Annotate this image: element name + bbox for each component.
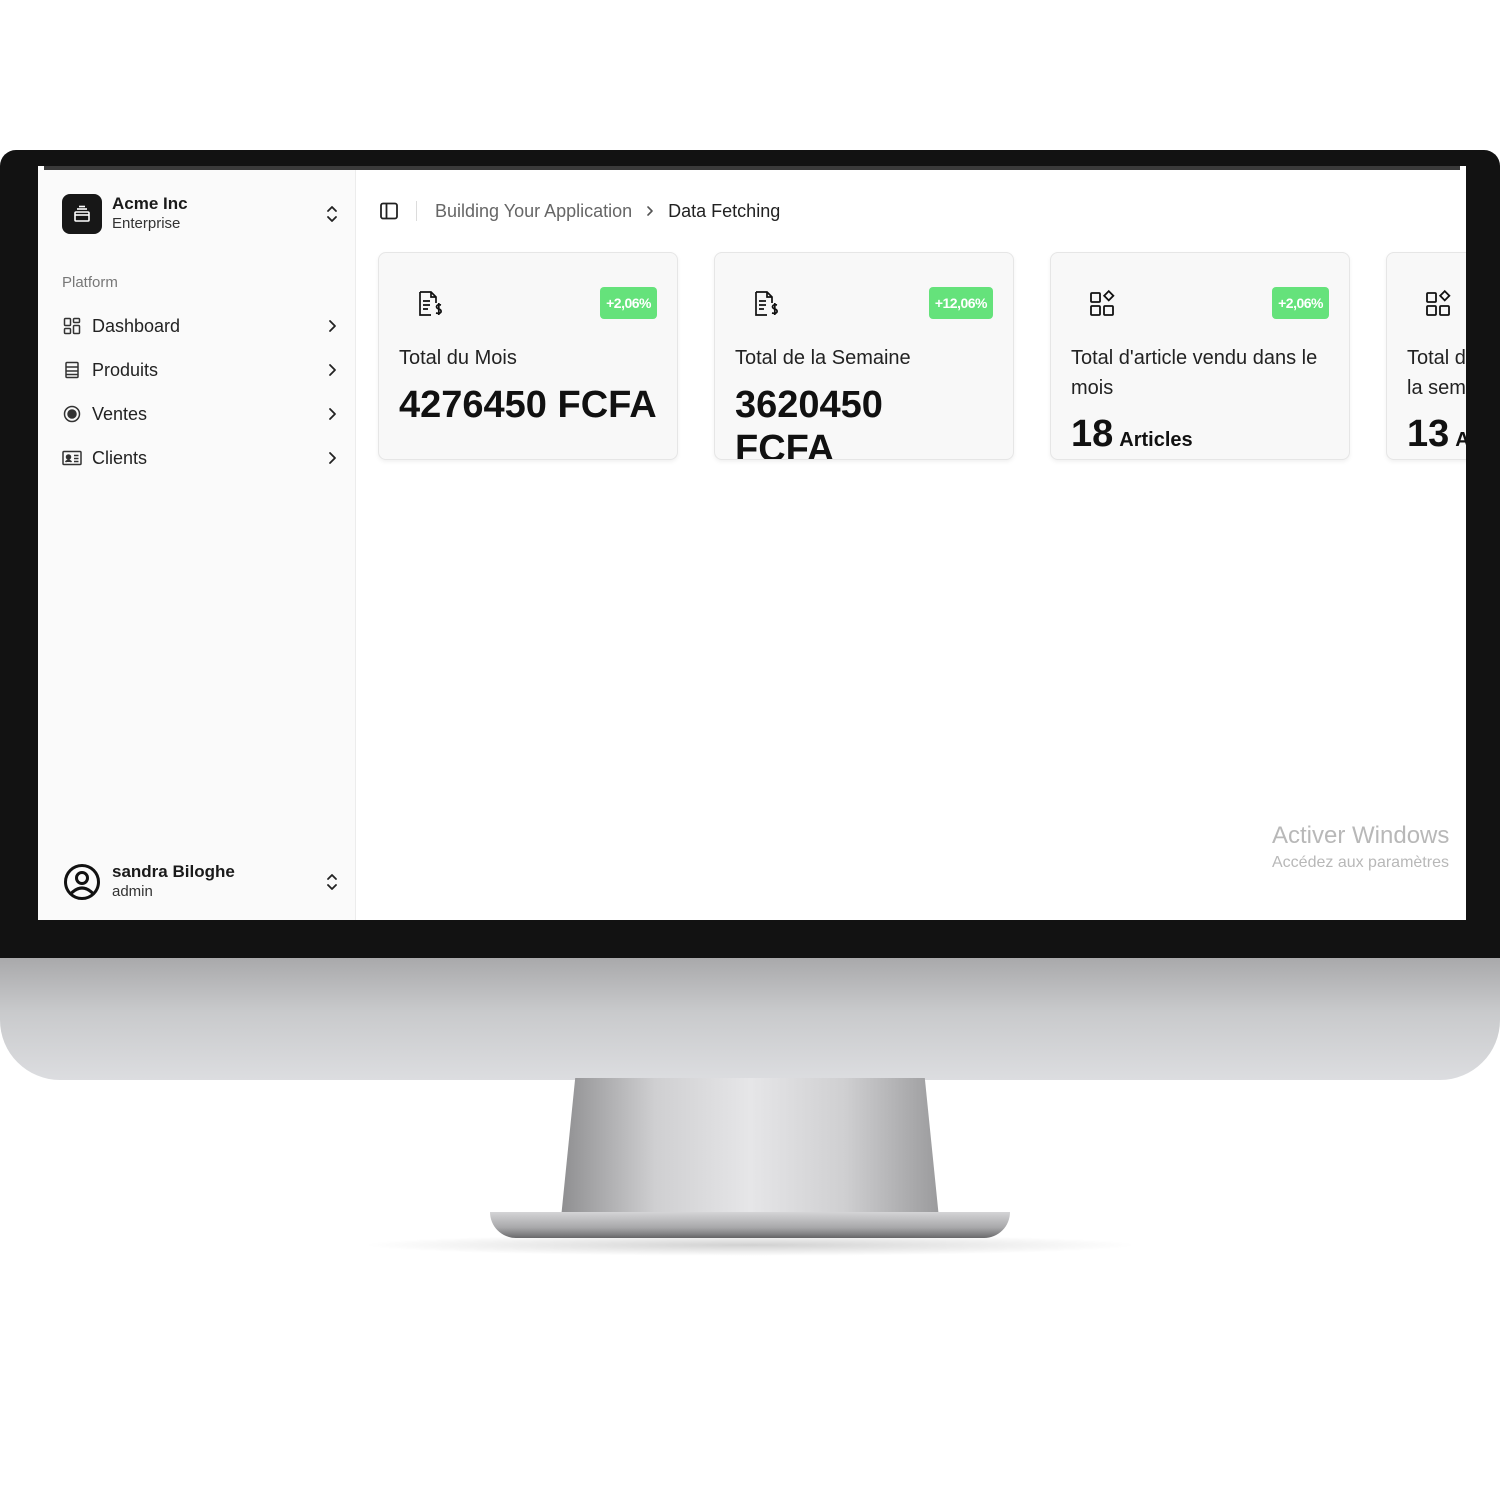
id-card-icon <box>62 448 82 468</box>
team-switcher[interactable]: Acme Inc Enterprise <box>62 192 340 236</box>
watermark-subtitle: Accédez aux paramètres <box>1272 854 1449 871</box>
chevron-right-icon <box>646 205 654 217</box>
user-avatar-icon <box>62 862 102 902</box>
invoice-icon <box>751 289 781 319</box>
card-title: Total d'article vendu dans le mois <box>1071 347 1318 399</box>
watermark-title: Activer Windows <box>1272 822 1450 849</box>
sidebar-item-label: Clients <box>92 447 148 468</box>
chevrons-up-down-icon <box>324 203 340 225</box>
user-role: admin <box>112 883 153 900</box>
growth-badge: +2,06% <box>1272 287 1329 319</box>
invoice-icon <box>415 289 445 319</box>
card-value: 18 Articles <box>1071 413 1193 456</box>
screen: Acme Inc Enterprise Platform Dashboard P… <box>38 166 1466 920</box>
page-header: Building Your Application Data Fetching <box>378 196 780 226</box>
sidebar-item-dashboard[interactable]: Dashboard <box>62 304 340 348</box>
card-number: 18 <box>1071 413 1114 455</box>
monitor-shadow <box>360 1234 1140 1256</box>
chevron-right-icon <box>324 406 340 422</box>
sidebar-item-label: Produits <box>92 359 159 380</box>
chevron-right-icon <box>324 318 340 334</box>
sidebar-item-label: Ventes <box>92 403 148 424</box>
user-menu[interactable]: sandra Biloghe admin <box>62 860 340 904</box>
card-number: 13 <box>1407 413 1450 455</box>
sidebar-item-produits[interactable]: Produits <box>62 348 340 392</box>
sidebar: Acme Inc Enterprise Platform Dashboard P… <box>38 170 356 920</box>
stat-card-week-total: +12,06% Total de la Semaine 3620450 FCFA <box>714 252 1014 460</box>
card-title: Total de la Semaine <box>735 347 911 369</box>
card-unit: Articles <box>1119 429 1193 451</box>
card-title: Total du Mois <box>399 347 517 369</box>
card-value: 4276450 FCFA <box>399 384 657 426</box>
card-value: 3620450 FCFA <box>735 384 883 460</box>
sidebar-item-ventes[interactable]: Ventes <box>62 392 340 436</box>
team-name: Acme Inc <box>112 194 188 213</box>
chevron-right-icon <box>324 362 340 378</box>
apps-icon <box>1423 289 1453 319</box>
sidebar-nav: Dashboard Produits Ventes Clients <box>62 304 340 480</box>
stat-card-articles-week: Total d la sem 13 Ar <box>1386 252 1466 460</box>
sidebar-group-label: Platform <box>62 274 118 291</box>
breadcrumb-parent[interactable]: Building Your Application <box>435 201 632 222</box>
windows-activation-watermark: Activer Windows Accédez aux paramètres <box>1272 822 1449 872</box>
stat-card-month-total: +2,06% Total du Mois 4276450 FCFA <box>378 252 678 460</box>
growth-badge: +12,06% <box>928 287 993 319</box>
team-logo-icon <box>62 194 102 234</box>
card-title: Total d la sem <box>1407 343 1466 403</box>
card-value: 13 Ar <box>1407 413 1466 456</box>
growth-badge: +2,06% <box>600 287 657 319</box>
breadcrumb: Building Your Application Data Fetching <box>435 201 780 222</box>
chevron-right-icon <box>324 450 340 466</box>
breadcrumb-current: Data Fetching <box>668 200 781 221</box>
coin-icon <box>62 404 82 424</box>
sidebar-item-clients[interactable]: Clients <box>62 436 340 480</box>
list-icon <box>62 360 82 380</box>
monitor-chin <box>0 958 1500 1080</box>
apps-icon <box>1087 289 1117 319</box>
header-divider <box>416 201 417 221</box>
team-plan: Enterprise <box>112 215 181 232</box>
monitor-mockup: Acme Inc Enterprise Platform Dashboard P… <box>0 0 1500 1500</box>
grid-icon <box>62 316 82 336</box>
sidebar-toggle-icon[interactable] <box>378 200 400 222</box>
card-unit: Ar <box>1455 429 1466 452</box>
stat-card-articles-month: +2,06% Total d'article vendu dans le moi… <box>1050 252 1350 460</box>
chevrons-up-down-icon <box>324 871 340 893</box>
monitor-stand-neck <box>560 1078 940 1228</box>
card-title-line: la sem <box>1407 377 1466 399</box>
user-name: sandra Biloghe <box>112 862 235 881</box>
sidebar-item-label: Dashboard <box>92 315 181 336</box>
card-title-line: Total d <box>1407 347 1466 369</box>
